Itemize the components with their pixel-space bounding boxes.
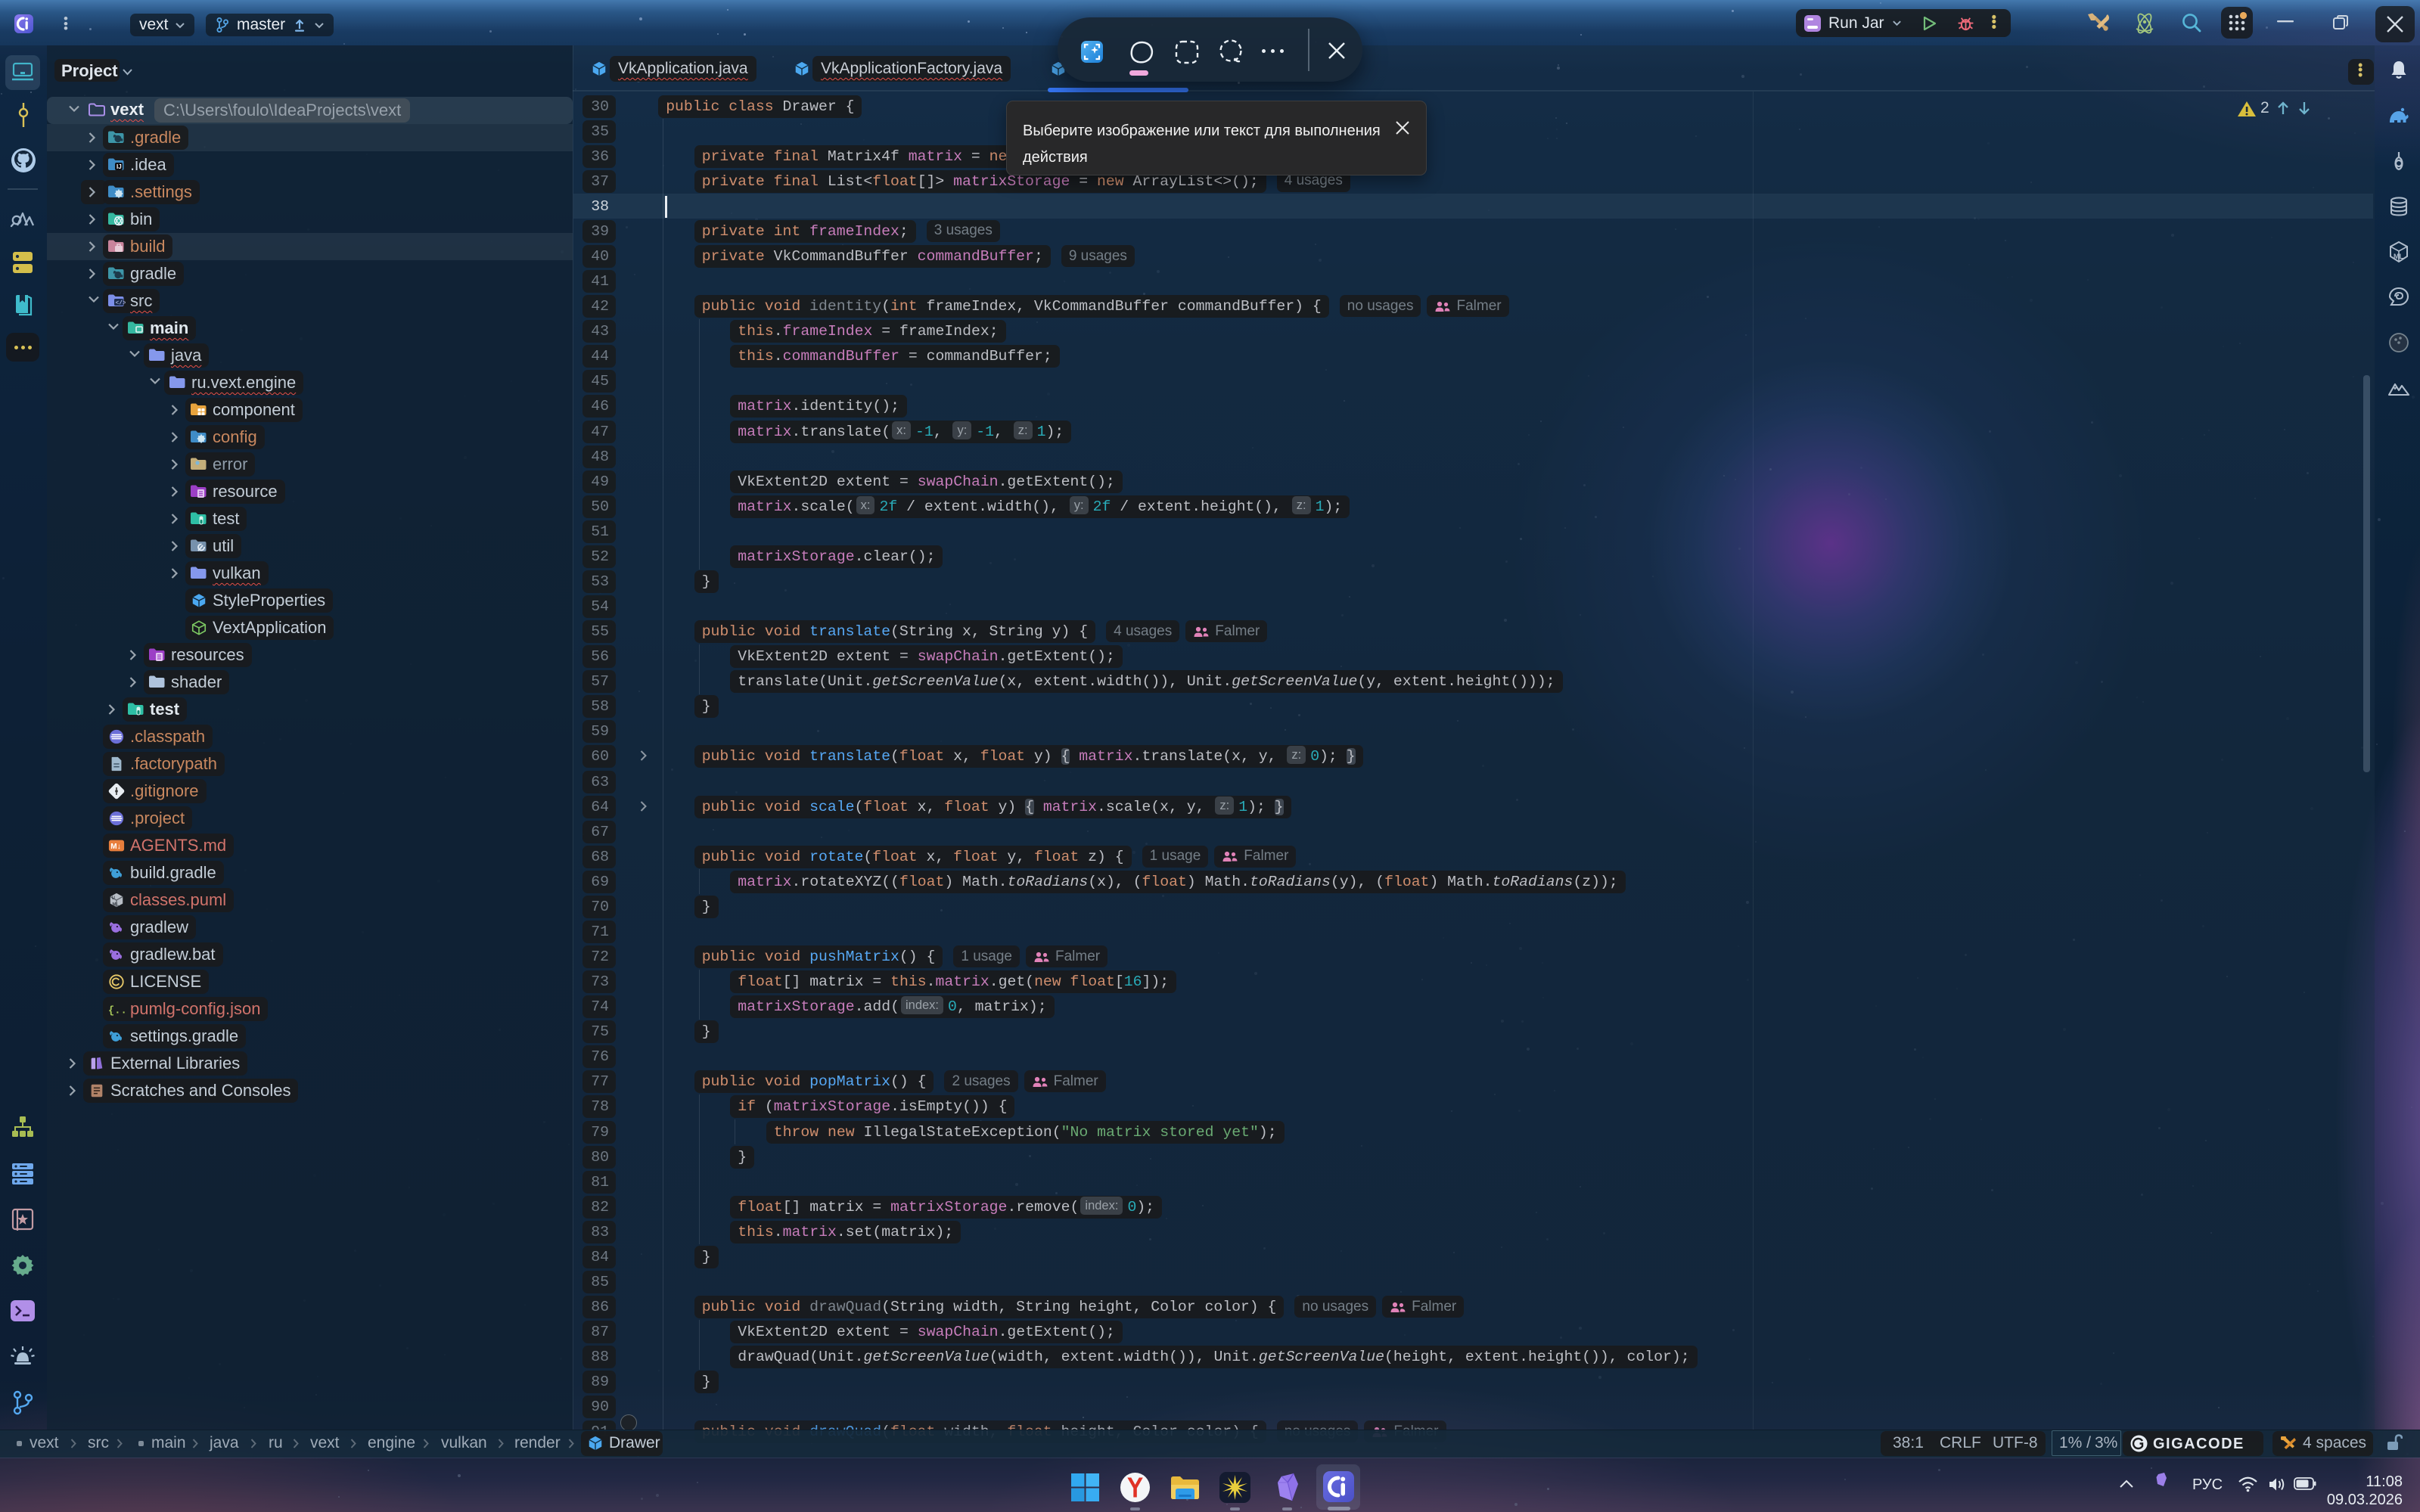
svg-text:M↓: M↓ <box>110 843 120 851</box>
svg-text:ML: ML <box>2394 253 2403 260</box>
svg-text:IJ: IJ <box>116 163 122 170</box>
svg-text:</>: </> <box>116 300 126 307</box>
svg-text:ML: ML <box>113 902 120 907</box>
svg-text:U: U <box>112 896 115 901</box>
svg-text:{..}: {..} <box>108 1005 126 1017</box>
